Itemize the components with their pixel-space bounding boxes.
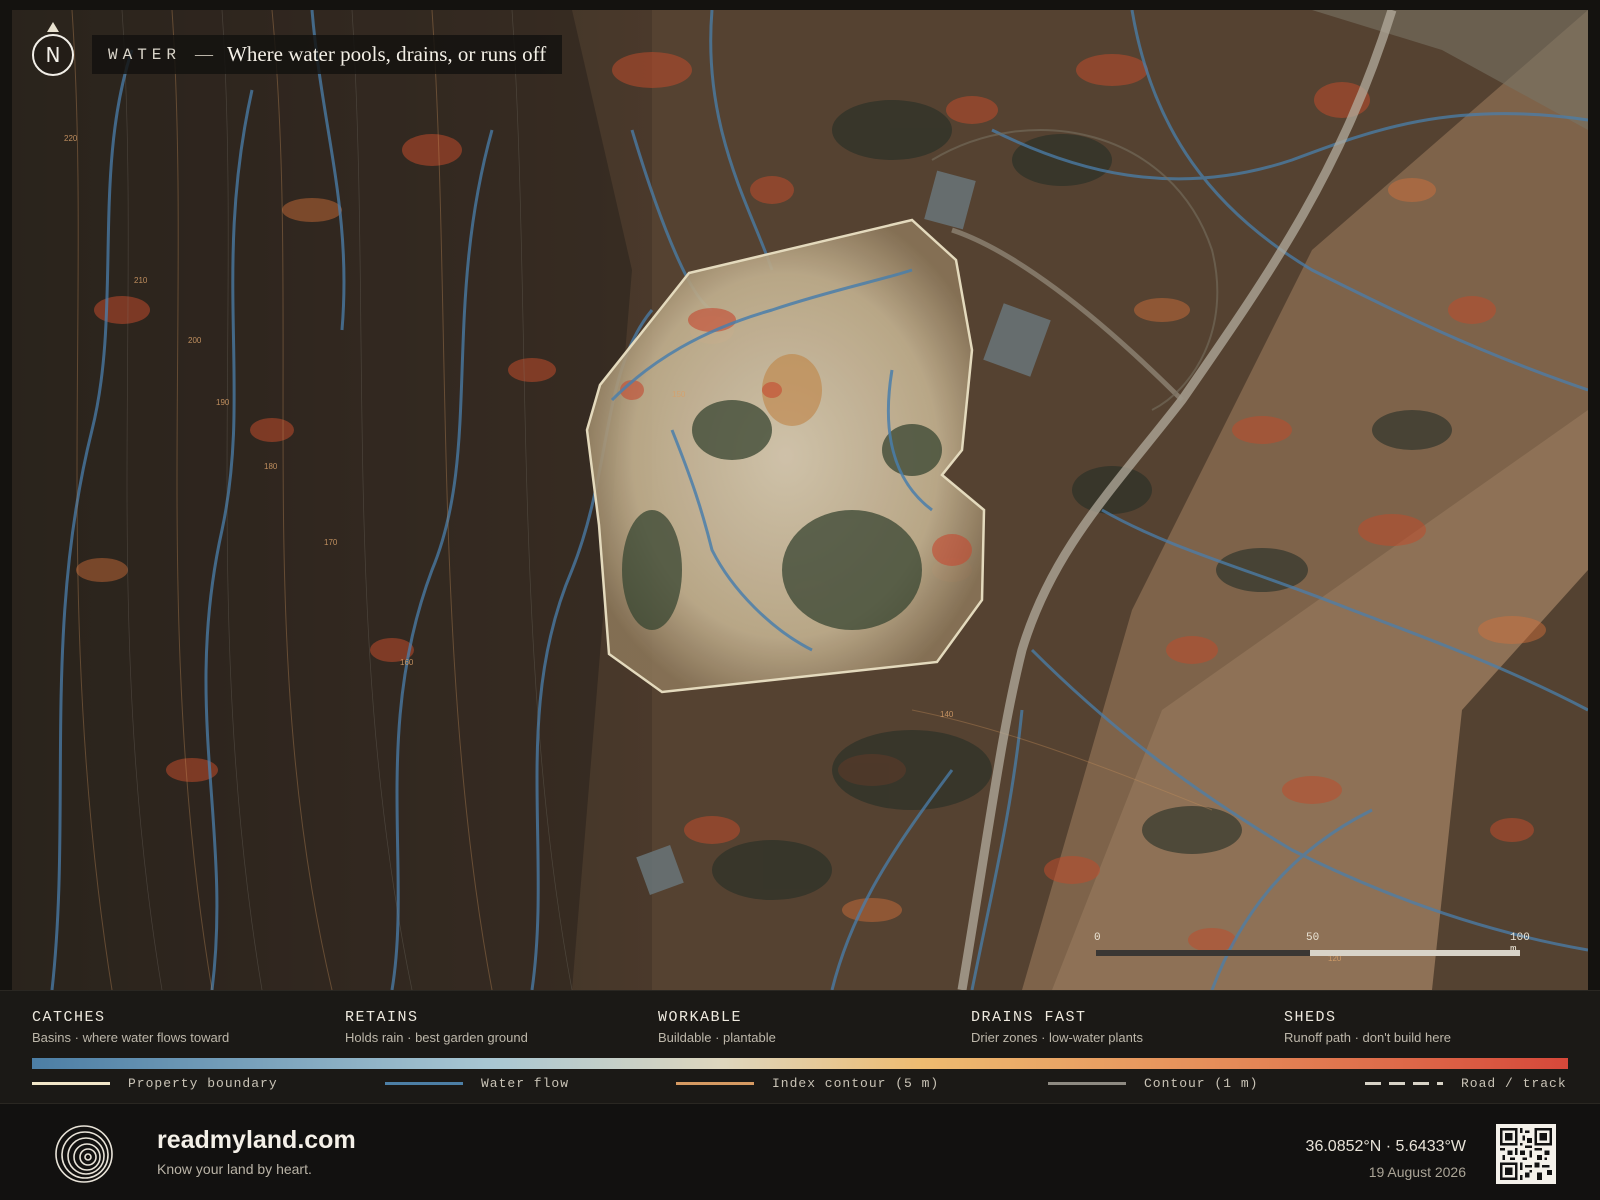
layer-kicker: WATER: [108, 45, 182, 64]
scale-tick-50: 50: [1306, 932, 1320, 944]
scale-bar: 0 50 100 m: [1094, 932, 1536, 972]
contour-label: 170: [324, 538, 338, 547]
key-contour: Contour (1 m): [1048, 1076, 1258, 1091]
contour-label: 200: [188, 336, 202, 345]
key-swatch: [1048, 1082, 1126, 1085]
legend-keys: Property boundary Water flow Index conto…: [32, 1076, 1568, 1096]
coordinates: 36.0852°N · 5.6433°W: [1305, 1138, 1466, 1155]
category-title: RETAINS: [345, 1009, 419, 1026]
contour-label: 140: [940, 710, 954, 719]
key-water-flow: Water flow: [385, 1076, 569, 1091]
contour-label: 150: [672, 390, 686, 399]
compass-label: N: [45, 43, 61, 67]
category-desc: Basins · where water flows toward: [32, 1030, 230, 1045]
category-title: CATCHES: [32, 1009, 106, 1026]
key-swatch: [676, 1082, 754, 1085]
layer-dash: —: [195, 44, 214, 64]
category-title: SHEDS: [1284, 1009, 1337, 1026]
qr-code-icon[interactable]: [1496, 1124, 1556, 1184]
key-property-boundary: Property boundary: [32, 1076, 278, 1091]
legend-category-retains: RETAINS Holds rain · best garden ground: [345, 1009, 645, 1045]
north-arrow-icon: [47, 22, 59, 32]
brand-tagline: Know your land by heart.: [157, 1161, 312, 1177]
suitability-gradient: [32, 1058, 1568, 1069]
category-title: DRAINS FAST: [971, 1009, 1087, 1026]
satellite-map[interactable]: 220 210 200 190 180 170 160 150 140 120 …: [12, 10, 1588, 990]
key-label: Contour (1 m): [1144, 1076, 1259, 1091]
scale-bar-dark: [1096, 950, 1310, 956]
brand-name[interactable]: readmyland.com: [157, 1126, 356, 1155]
contour-label: 190: [216, 398, 230, 407]
key-swatch: [1365, 1082, 1443, 1085]
key-swatch: [32, 1082, 110, 1085]
key-label: Property boundary: [128, 1076, 278, 1091]
key-index-contour: Index contour (5 m): [676, 1076, 939, 1091]
key-label: Road / track: [1461, 1076, 1567, 1091]
layer-title-box: WATER — Where water pools, drains, or ru…: [92, 35, 563, 74]
compass-icon: N: [32, 34, 74, 76]
category-desc: Buildable · plantable: [658, 1030, 776, 1045]
contour-label: 160: [400, 658, 414, 667]
scale-bar-light: [1310, 950, 1520, 956]
contour-label: 210: [134, 276, 148, 285]
concentric-rings-icon: [55, 1125, 113, 1183]
legend-category-drains-fast: DRAINS FAST Drier zones · low-water plan…: [971, 1009, 1271, 1045]
key-label: Water flow: [481, 1076, 570, 1091]
category-desc: Holds rain · best garden ground: [345, 1030, 528, 1045]
category-desc: Drier zones · low-water plants: [971, 1030, 1143, 1045]
key-swatch: [385, 1082, 463, 1085]
key-road-track: Road / track: [1365, 1076, 1567, 1091]
contour-label: 220: [64, 134, 78, 143]
legend-category-sheds: SHEDS Runoff path · don't build here: [1284, 1009, 1584, 1045]
legend-categories: CATCHES Basins · where water flows towar…: [32, 1009, 1568, 1049]
legend-category-workable: WORKABLE Buildable · plantable: [658, 1009, 958, 1045]
legend-panel: CATCHES Basins · where water flows towar…: [0, 990, 1600, 1104]
terrain-layer: [12, 10, 1588, 990]
category-title: WORKABLE: [658, 1009, 743, 1026]
key-label: Index contour (5 m): [772, 1076, 940, 1091]
layer-title: Where water pools, drains, or runs off: [227, 42, 547, 66]
scale-tick-0: 0: [1094, 932, 1101, 944]
category-desc: Runoff path · don't build here: [1284, 1030, 1452, 1045]
map-date: 19 August 2026: [1368, 1164, 1466, 1180]
footer: readmyland.com Know your land by heart. …: [0, 1104, 1600, 1200]
contour-label: 180: [264, 462, 278, 471]
legend-category-catches: CATCHES Basins · where water flows towar…: [32, 1009, 332, 1045]
